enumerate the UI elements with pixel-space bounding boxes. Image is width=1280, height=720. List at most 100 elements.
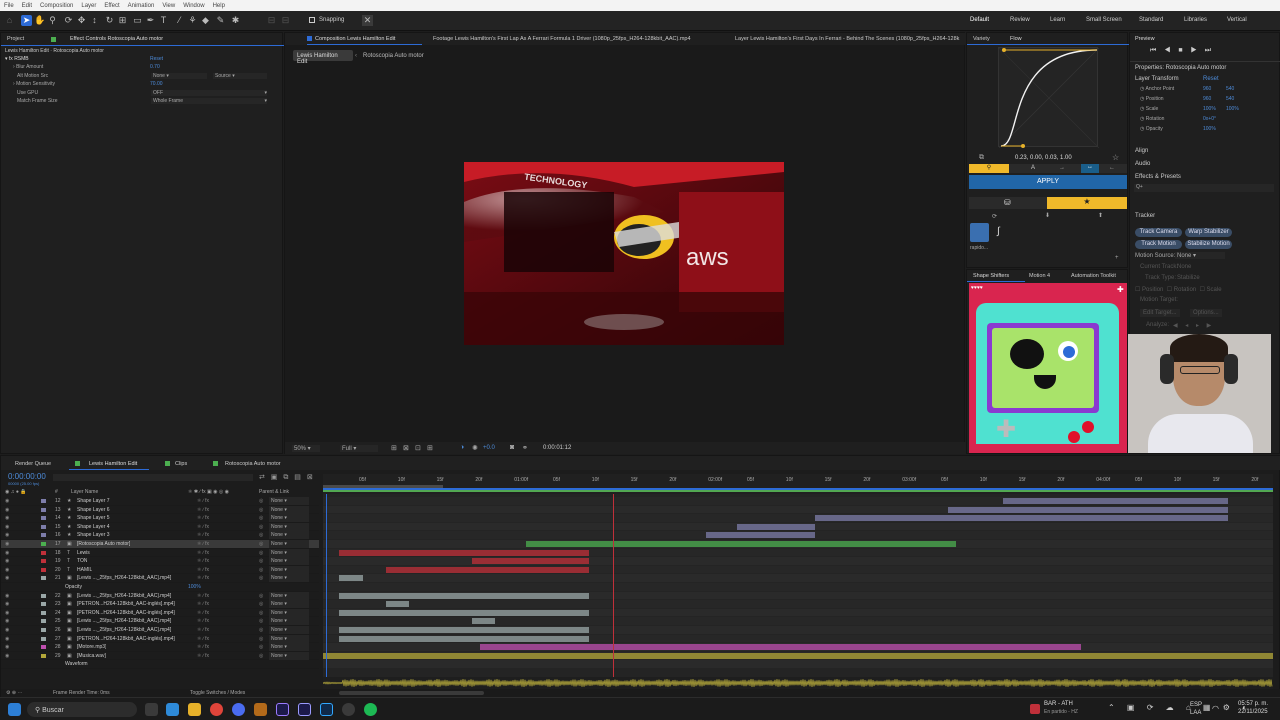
layer-name[interactable]: Lewis <box>77 549 90 557</box>
eye-icon[interactable]: ◉ <box>5 540 9 548</box>
switches-icons[interactable]: ⚛ ∕ fx <box>197 523 209 531</box>
column-parent[interactable]: Parent & Link <box>259 489 289 495</box>
parent-pickwhip-icon[interactable]: ◎ <box>259 557 263 565</box>
refresh-icon[interactable]: ⟳ <box>992 213 997 220</box>
folder-icon[interactable] <box>254 703 267 716</box>
workspace-libraries[interactable]: Libraries <box>1184 17 1207 23</box>
zoom-dropdown[interactable]: 50% ▾ <box>292 445 320 452</box>
menu-help[interactable]: Help <box>213 3 225 9</box>
layer-name[interactable]: [Musica.wav] <box>77 652 106 660</box>
layer-name[interactable]: Shape Layer 5 <box>77 514 110 522</box>
tab-lewis-hamilton-edit[interactable]: Lewis Hamilton Edit <box>89 461 137 467</box>
spotify-icon[interactable] <box>364 703 377 716</box>
menu-composition[interactable]: Composition <box>40 3 73 9</box>
switches-icons[interactable]: ⚛ ∕ fx <box>197 635 209 643</box>
key-icon[interactable]: ⚲ <box>969 164 1009 173</box>
time-ruler[interactable]: 05f 10f 15f 20f 01:00f 05f 10f 15f 20f 02:00f 05f 1… <box>323 474 1273 494</box>
layer-duration-bar[interactable] <box>386 601 409 608</box>
layer-duration-bar[interactable] <box>472 558 589 565</box>
forward-icon[interactable]: → <box>1059 165 1065 171</box>
layer-row[interactable]: ◉ 17 ▣ [Rotoscopia Auto motor] ⚛ ∕ fx ◎ None ▾ <box>1 540 319 549</box>
pan-tool-icon[interactable]: ✥ <box>76 15 87 26</box>
workspace-vertical[interactable]: Vertical <box>1227 17 1247 23</box>
workspace-review[interactable]: Review <box>1010 17 1030 23</box>
layer-row[interactable]: ◉ 22 ▣ [Lewis ..._25fps_H264-128kbit_AAC].m… <box>1 591 319 601</box>
label-color-chip[interactable] <box>41 636 46 641</box>
layer-row[interactable]: ◉ 21 ▣ [Lewis ..._25fps_H264-128kbit_AAC].m… <box>1 574 319 583</box>
layer-row[interactable]: ◉ 28 ▣ [Motore.mp3] ⚛ ∕ fx ◎ None ▾ <box>1 643 319 652</box>
layer-row[interactable]: ◉ 20 T HAMIL ⚛ ∕ fx ◎ None ▾ <box>1 565 319 575</box>
parent-pickwhip-icon[interactable]: ◎ <box>259 617 263 625</box>
section-align[interactable]: Align <box>1135 148 1148 154</box>
layer-row[interactable]: ◉ 27 ▣ [PETRON...H264-128kbit_AAC-inglés].m… <box>1 634 319 644</box>
label-color-chip[interactable] <box>41 610 46 615</box>
arrows-icon[interactable]: ↔ <box>1081 164 1099 173</box>
layer-row[interactable]: ◉ 25 ▣ [Lewis ..._25fps_H264-128kbit_AAC].m… <box>1 617 319 626</box>
taskbar-search[interactable]: ⚲ Buscar <box>27 702 137 717</box>
parent-dropdown[interactable]: None ▾ <box>269 591 309 600</box>
chrome-icon[interactable] <box>210 703 223 716</box>
layer-row[interactable]: ◉ 15 ★ Shape Layer 4 ⚛ ∕ fx ◎ None ▾ <box>1 522 319 532</box>
eye-icon[interactable]: ◉ <box>5 566 9 574</box>
clock-time[interactable]: 05:57 p. m. <box>1238 701 1268 707</box>
weather-icon[interactable] <box>1030 704 1040 714</box>
label-color-chip[interactable] <box>41 507 46 512</box>
color-icon[interactable]: ◑ <box>460 444 464 451</box>
quality-dropdown[interactable]: Full ▾ <box>340 445 378 452</box>
warp-stabilizer-button[interactable]: Warp Stabilizer <box>1185 228 1232 237</box>
orbit-tool-icon[interactable]: ⟳ <box>63 15 74 26</box>
parent-pickwhip-icon[interactable]: ◎ <box>259 643 263 651</box>
layer-name[interactable]: TON <box>77 557 87 565</box>
download-icon[interactable]: ⬇ <box>1045 212 1050 219</box>
parent-pickwhip-icon[interactable]: ◎ <box>259 514 263 522</box>
menu-layer[interactable]: Layer <box>81 3 96 9</box>
app-icon[interactable] <box>232 703 245 716</box>
breadcrumb-lewis-hamilton-edit[interactable]: Lewis Hamilton Edit <box>293 50 353 65</box>
hand-tool-icon[interactable]: ✋ <box>34 15 45 26</box>
curve-values[interactable]: 0.23, 0.00, 0.03, 1.00 <box>1015 155 1072 161</box>
tab-shape-shifters[interactable]: Shape Shifters <box>973 273 1009 279</box>
label-color-chip[interactable] <box>41 653 46 658</box>
opacity-value[interactable]: 100% <box>1203 126 1216 132</box>
parent-dropdown[interactable]: None ▾ <box>269 497 309 505</box>
favorite-icon[interactable]: ☆ <box>1112 153 1119 162</box>
parent-dropdown[interactable]: None ▾ <box>269 634 309 643</box>
parent-pickwhip-icon[interactable]: ◎ <box>259 497 263 505</box>
layer-name[interactable]: [Lewis ..._25fps_H264-128kbit_AAC].mp4] <box>77 617 171 625</box>
section-effects-presets[interactable]: Effects & Presets <box>1135 174 1181 180</box>
distribute-icon[interactable]: ⊟ <box>280 15 291 26</box>
layer-duration-bar[interactable] <box>339 549 589 556</box>
tab-preview[interactable]: Preview <box>1135 36 1155 42</box>
parent-dropdown[interactable]: None ▾ <box>269 651 309 660</box>
tab-flow[interactable]: Flow <box>1010 36 1022 42</box>
switches-icons[interactable]: ⚛ ∕ fx <box>197 531 209 539</box>
tab-rotoscopia[interactable]: Rotoscopia Auto motor <box>225 461 281 467</box>
effect-rsmb-row[interactable]: ▾ fx RSMB Reset <box>5 56 275 64</box>
parent-dropdown[interactable]: None ▾ <box>269 522 309 531</box>
parent-pickwhip-icon[interactable]: ◎ <box>259 523 263 531</box>
eraser-tool-icon[interactable]: ◆ <box>200 15 211 26</box>
parent-dropdown[interactable]: None ▾ <box>269 540 309 548</box>
playback-controls[interactable]: ⏮ ◀ ■ ▶ ⏭ <box>1150 47 1214 55</box>
transform-reset-link[interactable]: Reset <box>1203 76 1219 82</box>
parent-dropdown[interactable]: None ▾ <box>269 617 309 626</box>
parent-pickwhip-icon[interactable]: ◎ <box>259 652 263 660</box>
tab-render-queue[interactable]: Render Queue <box>15 461 51 467</box>
check-rotation[interactable]: Rotation <box>1174 287 1196 293</box>
tray-icons[interactable]: ⌃ ▣ ⟳ ☁ ⌂ ▦ ⚙ ◐ <box>1108 703 1252 712</box>
blur-amount-value[interactable]: 0.70 <box>150 64 160 70</box>
source-dropdown[interactable]: Source ▾ <box>213 73 267 79</box>
switches-icons[interactable]: ⚛ ∕ fx <box>197 514 209 522</box>
windows-start-icon[interactable] <box>8 703 21 716</box>
switches-icons[interactable]: ⚛ ∕ fx <box>197 574 209 582</box>
easing-curve-graph[interactable] <box>998 47 1100 149</box>
column-layer-name[interactable]: Layer Name <box>71 489 98 495</box>
parent-dropdown[interactable]: None ▾ <box>269 626 309 634</box>
label-color-chip[interactable] <box>41 516 46 521</box>
switches-icons[interactable]: ⚛ ∕ fx <box>197 557 209 565</box>
switches-icons[interactable]: ⚛ ∕ fx <box>197 506 209 514</box>
parent-dropdown[interactable]: None ▾ <box>269 505 309 514</box>
parent-dropdown[interactable]: None ▾ <box>269 608 309 617</box>
label-color-chip[interactable] <box>41 593 46 598</box>
label-color-chip[interactable] <box>41 533 46 538</box>
